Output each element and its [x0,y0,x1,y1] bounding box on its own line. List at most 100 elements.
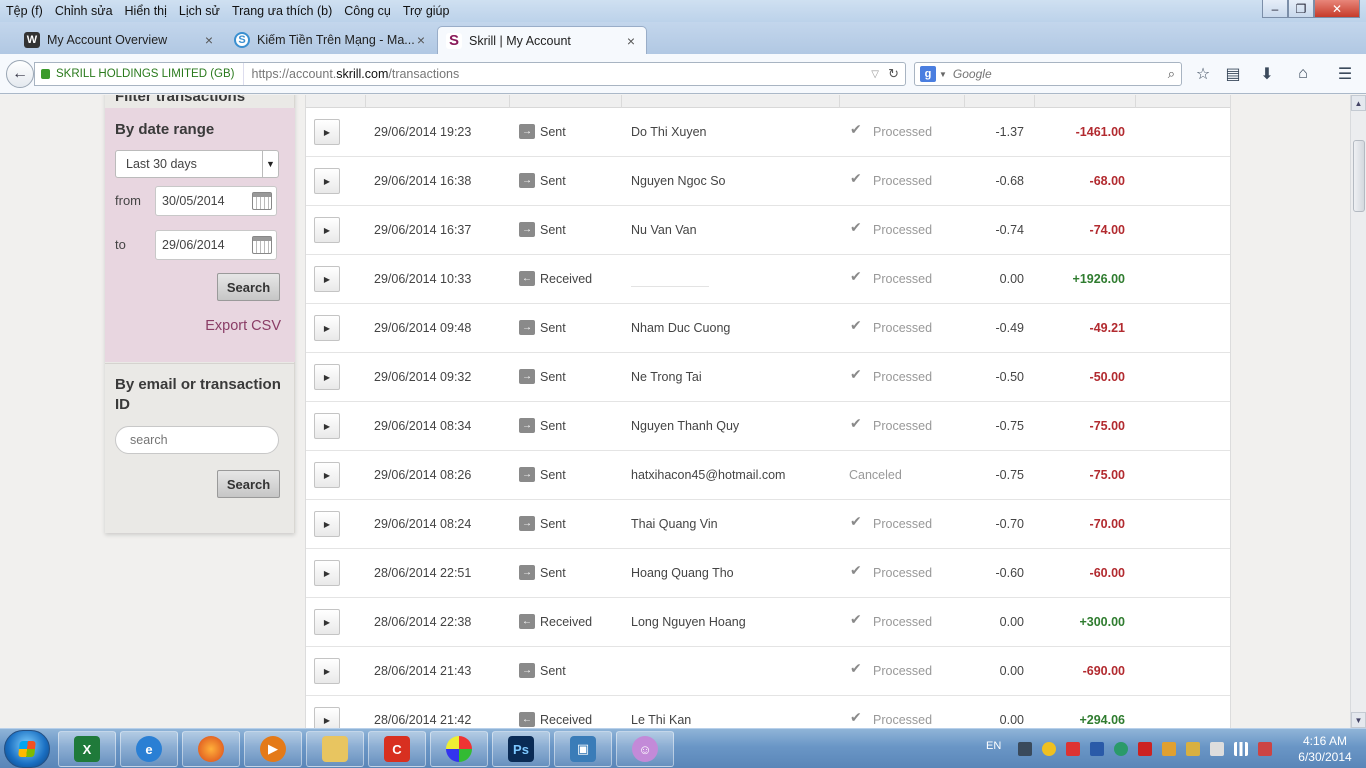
sync-icon[interactable] [1114,742,1128,756]
close-tab-icon[interactable]: × [414,32,428,48]
from-date-field[interactable]: 30/05/2014 [155,186,277,216]
taskbar-ie[interactable]: e [120,731,178,767]
table-row[interactable]: ▶ 28/06/2014 22:51 → Sent Hoang Quang Tho ✔ Pr… [306,549,1230,598]
menu-file[interactable]: Tệp (f) [0,0,49,22]
tab-kiem-tien[interactable]: S Kiếm Tiền Trên Mạng - Ma... × [226,26,436,54]
reload-icon[interactable]: ↻ [888,66,899,82]
table-row[interactable]: ▶ 29/06/2014 09:32 → Sent Ne Trong Tai ✔ Proce… [306,353,1230,402]
search-icon[interactable]: ⌕ [1168,66,1175,82]
expand-row-button[interactable]: ▶ [314,315,340,341]
engine-dropdown-icon[interactable]: ▼ [939,70,947,79]
bluetooth-icon[interactable] [1090,742,1104,756]
taskbar-paint[interactable] [430,731,488,767]
google-engine-icon[interactable]: g [920,66,936,82]
export-csv-link[interactable]: Export CSV [205,318,281,334]
table-row[interactable]: ▶ 29/06/2014 08:24 → Sent Thai Quang Vin ✔ Pro… [306,500,1230,549]
tx-amount: -1461.00 [1075,125,1125,139]
maximize-button[interactable]: ❐ [1288,0,1314,18]
date-search-button[interactable]: Search [217,273,280,301]
browser-search-input[interactable] [952,67,1153,81]
taskbar-media-player[interactable]: ▶ [244,731,302,767]
taskbar-chat[interactable]: ☺ [616,731,674,767]
expand-row-button[interactable]: ▶ [314,707,340,728]
menu-history[interactable]: Lịch sử [173,0,226,22]
vietkey-icon[interactable] [1138,742,1152,756]
home-icon[interactable]: ⌂ [1292,64,1314,84]
flag-icon[interactable] [1186,742,1200,756]
site-identity[interactable]: SKRILL HOLDINGS LIMITED (GB) [35,63,244,85]
menu-tools[interactable]: Công cụ [338,0,397,22]
language-indicator[interactable]: EN [986,740,1001,752]
menu-bookmarks[interactable]: Trang ưa thích (b) [226,0,338,22]
table-row[interactable]: ▶ 28/06/2014 21:42 ← Received Le Thi Kan ✔ Pro… [306,696,1230,728]
table-row[interactable]: ▶ 29/06/2014 10:33 ← Received ✔ Processed 0.00… [306,255,1230,304]
date-range-select[interactable]: Last 30 days ▼ [115,150,279,178]
bookmark-star-icon[interactable]: ☆ [1192,64,1214,84]
bookmarks-list-icon[interactable]: ▤ [1222,64,1244,84]
play-arrow-icon: ▶ [323,666,331,676]
expand-row-button[interactable]: ▶ [314,266,340,292]
expand-row-button[interactable]: ▶ [314,413,340,439]
scroll-up-icon[interactable]: ▲ [1351,95,1366,111]
expand-row-button[interactable]: ▶ [314,609,340,635]
expand-row-button[interactable]: ▶ [314,462,340,488]
security-icon[interactable] [1066,742,1080,756]
taskbar-excel[interactable]: X [58,731,116,767]
menu-help[interactable]: Trợ giúp [397,0,456,22]
emoticon-icon[interactable] [1042,742,1056,756]
scroll-down-icon[interactable]: ▼ [1351,712,1366,728]
url-dropdown-icon[interactable]: ▽ [871,69,879,80]
taskbar-image-viewer[interactable]: ▣ [554,731,612,767]
expand-row-button[interactable]: ▶ [314,217,340,243]
table-row[interactable]: ▶ 29/06/2014 08:26 → Sent hatxihacon45@hotma… [306,451,1230,500]
url-text[interactable]: https://account.skrill.com/transactions [244,67,460,81]
table-row[interactable]: ▶ 29/06/2014 19:23 → Sent Do Thi Xuyen ✔ Proce… [306,108,1230,157]
expand-row-button[interactable]: ▶ [314,168,340,194]
close-tab-icon[interactable]: × [202,32,216,48]
taskbar-explorer[interactable] [306,731,364,767]
email-search-button[interactable]: Search [217,470,280,498]
minimize-button[interactable]: – [1262,0,1288,18]
start-button[interactable] [4,730,50,768]
taskbar-photoshop[interactable]: Ps [492,731,550,767]
tx-date: 29/06/2014 08:24 [374,517,472,531]
table-row[interactable]: ▶ 29/06/2014 08:34 → Sent Nguyen Thanh Quy ✔ P… [306,402,1230,451]
taskbar-firefox[interactable] [182,731,240,767]
table-row[interactable]: ▶ 29/06/2014 09:48 → Sent Nham Duc Cuong ✔ Pro… [306,304,1230,353]
close-tab-icon[interactable]: × [624,33,638,49]
expand-row-button[interactable]: ▶ [314,364,340,390]
expand-row-button[interactable]: ▶ [314,511,340,537]
search-bar[interactable]: g ▼ ⌕ [914,62,1182,86]
transaction-search-input[interactable] [115,426,279,454]
page-scrollbar[interactable]: ▲ ▼ [1350,95,1366,728]
url-bar[interactable]: SKRILL HOLDINGS LIMITED (GB) https://acc… [34,62,906,86]
volume-muted-icon[interactable] [1258,742,1272,756]
table-row[interactable]: ▶ 29/06/2014 16:38 → Sent Nguyen Ngoc So ✔ Pro… [306,157,1230,206]
downloads-icon[interactable]: ⬇ [1256,64,1278,84]
expand-row-button[interactable]: ▶ [314,658,340,684]
expand-row-button[interactable]: ▶ [314,119,340,145]
menu-edit[interactable]: Chỉnh sửa [49,0,119,22]
tab-my-account-overview[interactable]: W My Account Overview × [16,26,224,54]
table-row[interactable]: ▶ 29/06/2014 16:37 → Sent Nu Van Van ✔ Process… [306,206,1230,255]
calendar-icon[interactable] [252,236,272,254]
tab-skrill-my-account[interactable]: S Skrill | My Account × [437,26,647,54]
menu-view[interactable]: Hiển thị [119,0,173,22]
scroll-thumb[interactable] [1353,140,1365,212]
battery-icon[interactable] [1210,742,1224,756]
signal-icon[interactable] [1234,742,1248,756]
taskbar-ccleaner[interactable]: C [368,731,426,767]
network-monitor-icon[interactable] [1018,742,1032,756]
close-window-button[interactable]: ✕ [1314,0,1360,18]
table-row[interactable]: ▶ 28/06/2014 21:43 → Sent ✔ Processed 0.00 -690… [306,647,1230,696]
expand-row-button[interactable]: ▶ [314,560,340,586]
clock[interactable]: 4:16 AM 6/30/2014 [1294,733,1356,765]
chevron-down-icon[interactable]: ▼ [262,151,278,177]
to-date-field[interactable]: 29/06/2014 [155,230,277,260]
back-button[interactable]: ← [6,60,34,88]
menu-icon[interactable]: ☰ [1334,64,1356,84]
speaker-icon[interactable] [1162,742,1176,756]
calendar-icon[interactable] [252,192,272,210]
tx-date: 29/06/2014 08:34 [374,419,472,433]
table-row[interactable]: ▶ 28/06/2014 22:38 ← Received Long Nguyen Ho… [306,598,1230,647]
